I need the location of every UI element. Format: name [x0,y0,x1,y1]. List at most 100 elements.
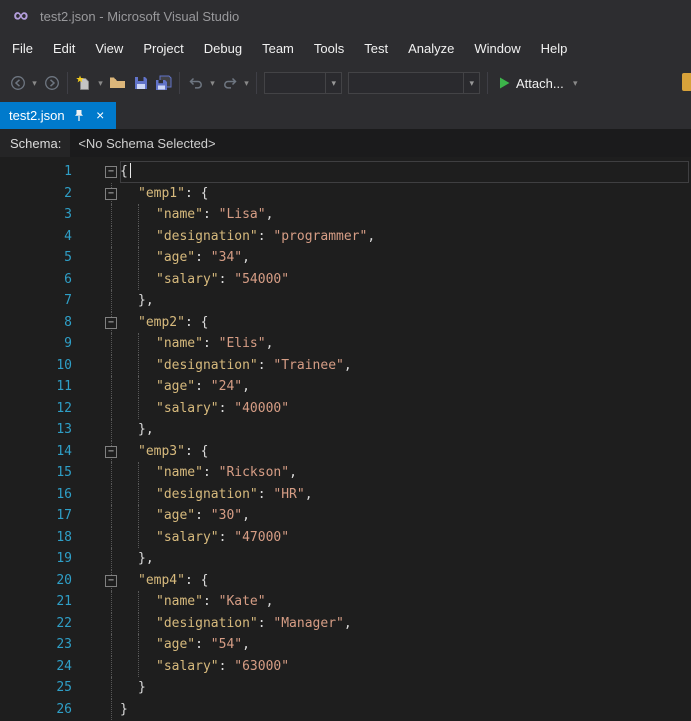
code-line[interactable]: }, [76,290,691,312]
code-line[interactable]: "designation": "programmer", [76,225,691,248]
menu-bar: File Edit View Project Debug Team Tools Test Ana… [0,32,691,64]
fold-margin [104,225,120,248]
code-line[interactable]: − "emp2": { [76,311,691,334]
pin-icon[interactable] [73,108,86,123]
code-line[interactable]: }, [76,548,691,570]
fold-collapse-icon[interactable]: − [105,187,117,200]
code-token: : [218,400,235,416]
code-token: "emp4" [138,572,185,588]
code-line[interactable]: "designation": "HR", [76,483,691,505]
code-token: "54" [210,637,243,652]
code-token: }, [138,422,154,437]
fold-margin [104,634,120,656]
code-token: { [200,572,209,588]
menu-item-debug[interactable]: Debug [194,35,252,62]
editor[interactable]: 1 2 3 4 5 6 7 8 9 10 11 12 13 14 15 16 17 18 19 20 21 22 23 24 2… [0,157,691,721]
code-line[interactable]: "age": "34", [76,247,691,269]
code-line[interactable]: "designation": "Manager", [76,612,691,635]
new-file-dropdown-icon[interactable]: ▾ [95,78,106,89]
code-line[interactable]: "salary": "63000" [76,655,691,677]
code-line[interactable]: − "emp3": { [76,440,691,463]
code-column[interactable]: −{− "emp1": {"name": "Lisa", "designation"… [76,161,691,721]
code-line[interactable]: "designation": "Trainee", [76,354,691,376]
menu-item-edit[interactable]: Edit [43,35,85,62]
line-number: 26 [56,701,72,717]
code-line[interactable]: "name": "Lisa", [76,204,691,226]
code-text: "emp4": { [120,570,208,592]
fold-collapse-icon[interactable]: − [105,166,117,178]
menu-item-file[interactable]: File [2,35,43,62]
code-line[interactable]: } [76,677,691,699]
redo-button[interactable] [218,70,241,96]
code-text: "salary": "63000" [120,655,289,677]
code-line[interactable]: "name": "Kate", [76,591,691,613]
code-line[interactable]: }, [76,419,691,441]
menu-item-project[interactable]: Project [133,35,193,62]
code-text: "age": "34", [120,247,250,269]
fold-margin [104,612,120,635]
code-text: "age": "24", [120,376,250,398]
code-text: "salary": "47000" [120,526,289,548]
attach-dropdown-icon[interactable]: ▾ [570,78,581,89]
attach-play-icon [500,77,510,89]
indent-guide [138,397,139,419]
code-line[interactable]: "age": "54", [76,634,691,656]
menu-item-view[interactable]: View [85,35,133,62]
code-line[interactable]: "age": "30", [76,505,691,527]
toolbar-overflow-icon[interactable] [682,73,691,91]
tab-test2json[interactable]: test2.json × [0,102,116,129]
code-line[interactable]: } [76,698,691,721]
open-file-button[interactable] [106,70,129,96]
code-token: "emp2" [138,314,185,330]
code-token: "name" [156,207,203,222]
close-icon[interactable]: × [94,108,107,123]
schema-select[interactable]: <No Schema Selected> [70,129,691,157]
code-line[interactable]: "name": "Elis", [76,333,691,355]
redo-dropdown-icon[interactable]: ▾ [241,78,252,89]
save-all-button[interactable] [152,70,175,96]
combobox-dropdown-icon: ▾ [463,73,479,93]
fold-collapse-icon[interactable]: − [105,445,117,458]
fold-margin [104,204,120,226]
code-token: "salary" [156,658,219,674]
code-token: , [265,336,274,351]
code-token: "designation" [156,486,258,502]
toolbar-combobox-1[interactable]: ▾ [264,72,342,94]
code-token: "Rickson" [218,465,290,480]
code-line[interactable]: "salary": "54000" [76,268,691,290]
code-line[interactable]: "age": "24", [76,376,691,398]
undo-button[interactable] [184,70,207,96]
code-token: }, [138,293,154,308]
navigate-forward-button[interactable] [40,70,63,96]
fold-collapse-icon[interactable]: − [105,316,117,329]
code-line[interactable]: "salary": "47000" [76,526,691,548]
menu-item-team[interactable]: Team [252,35,304,62]
code-token: , [265,594,274,609]
toolbar-combobox-2[interactable]: ▾ [348,72,480,94]
new-file-button[interactable] [72,70,95,96]
attach-button[interactable]: Attach... ▾ [492,70,588,96]
title-bar: ∞ test2.json - Microsoft Visual Studio [0,0,691,32]
toolbar: ▾ ▾ ▾ ▾ ▾ ▾ Attach... ▾ [0,64,691,102]
fold-collapse-icon[interactable]: − [105,574,117,587]
code-line[interactable]: −{ [76,161,691,183]
code-line[interactable]: "name": "Rickson", [76,462,691,484]
navigate-back-dropdown-icon[interactable]: ▾ [29,78,40,89]
line-number: 1 [64,164,72,179]
line-number: 7 [64,293,72,308]
menu-item-help[interactable]: Help [531,35,578,62]
code-line[interactable]: − "emp1": { [76,182,691,205]
menu-item-test[interactable]: Test [354,35,398,62]
code-line[interactable]: − "emp4": { [76,569,691,592]
menu-item-window[interactable]: Window [464,35,530,62]
menu-item-tools[interactable]: Tools [304,35,354,62]
code-line[interactable]: "salary": "40000" [76,397,691,419]
navigate-back-button[interactable] [6,70,29,96]
indent-guide [138,612,139,634]
undo-dropdown-icon[interactable]: ▾ [207,78,218,89]
code-text: "age": "30", [120,505,250,527]
code-text: }, [120,290,154,312]
save-button[interactable] [129,70,152,96]
line-number: 22 [56,615,72,631]
menu-item-analyze[interactable]: Analyze [398,35,464,62]
